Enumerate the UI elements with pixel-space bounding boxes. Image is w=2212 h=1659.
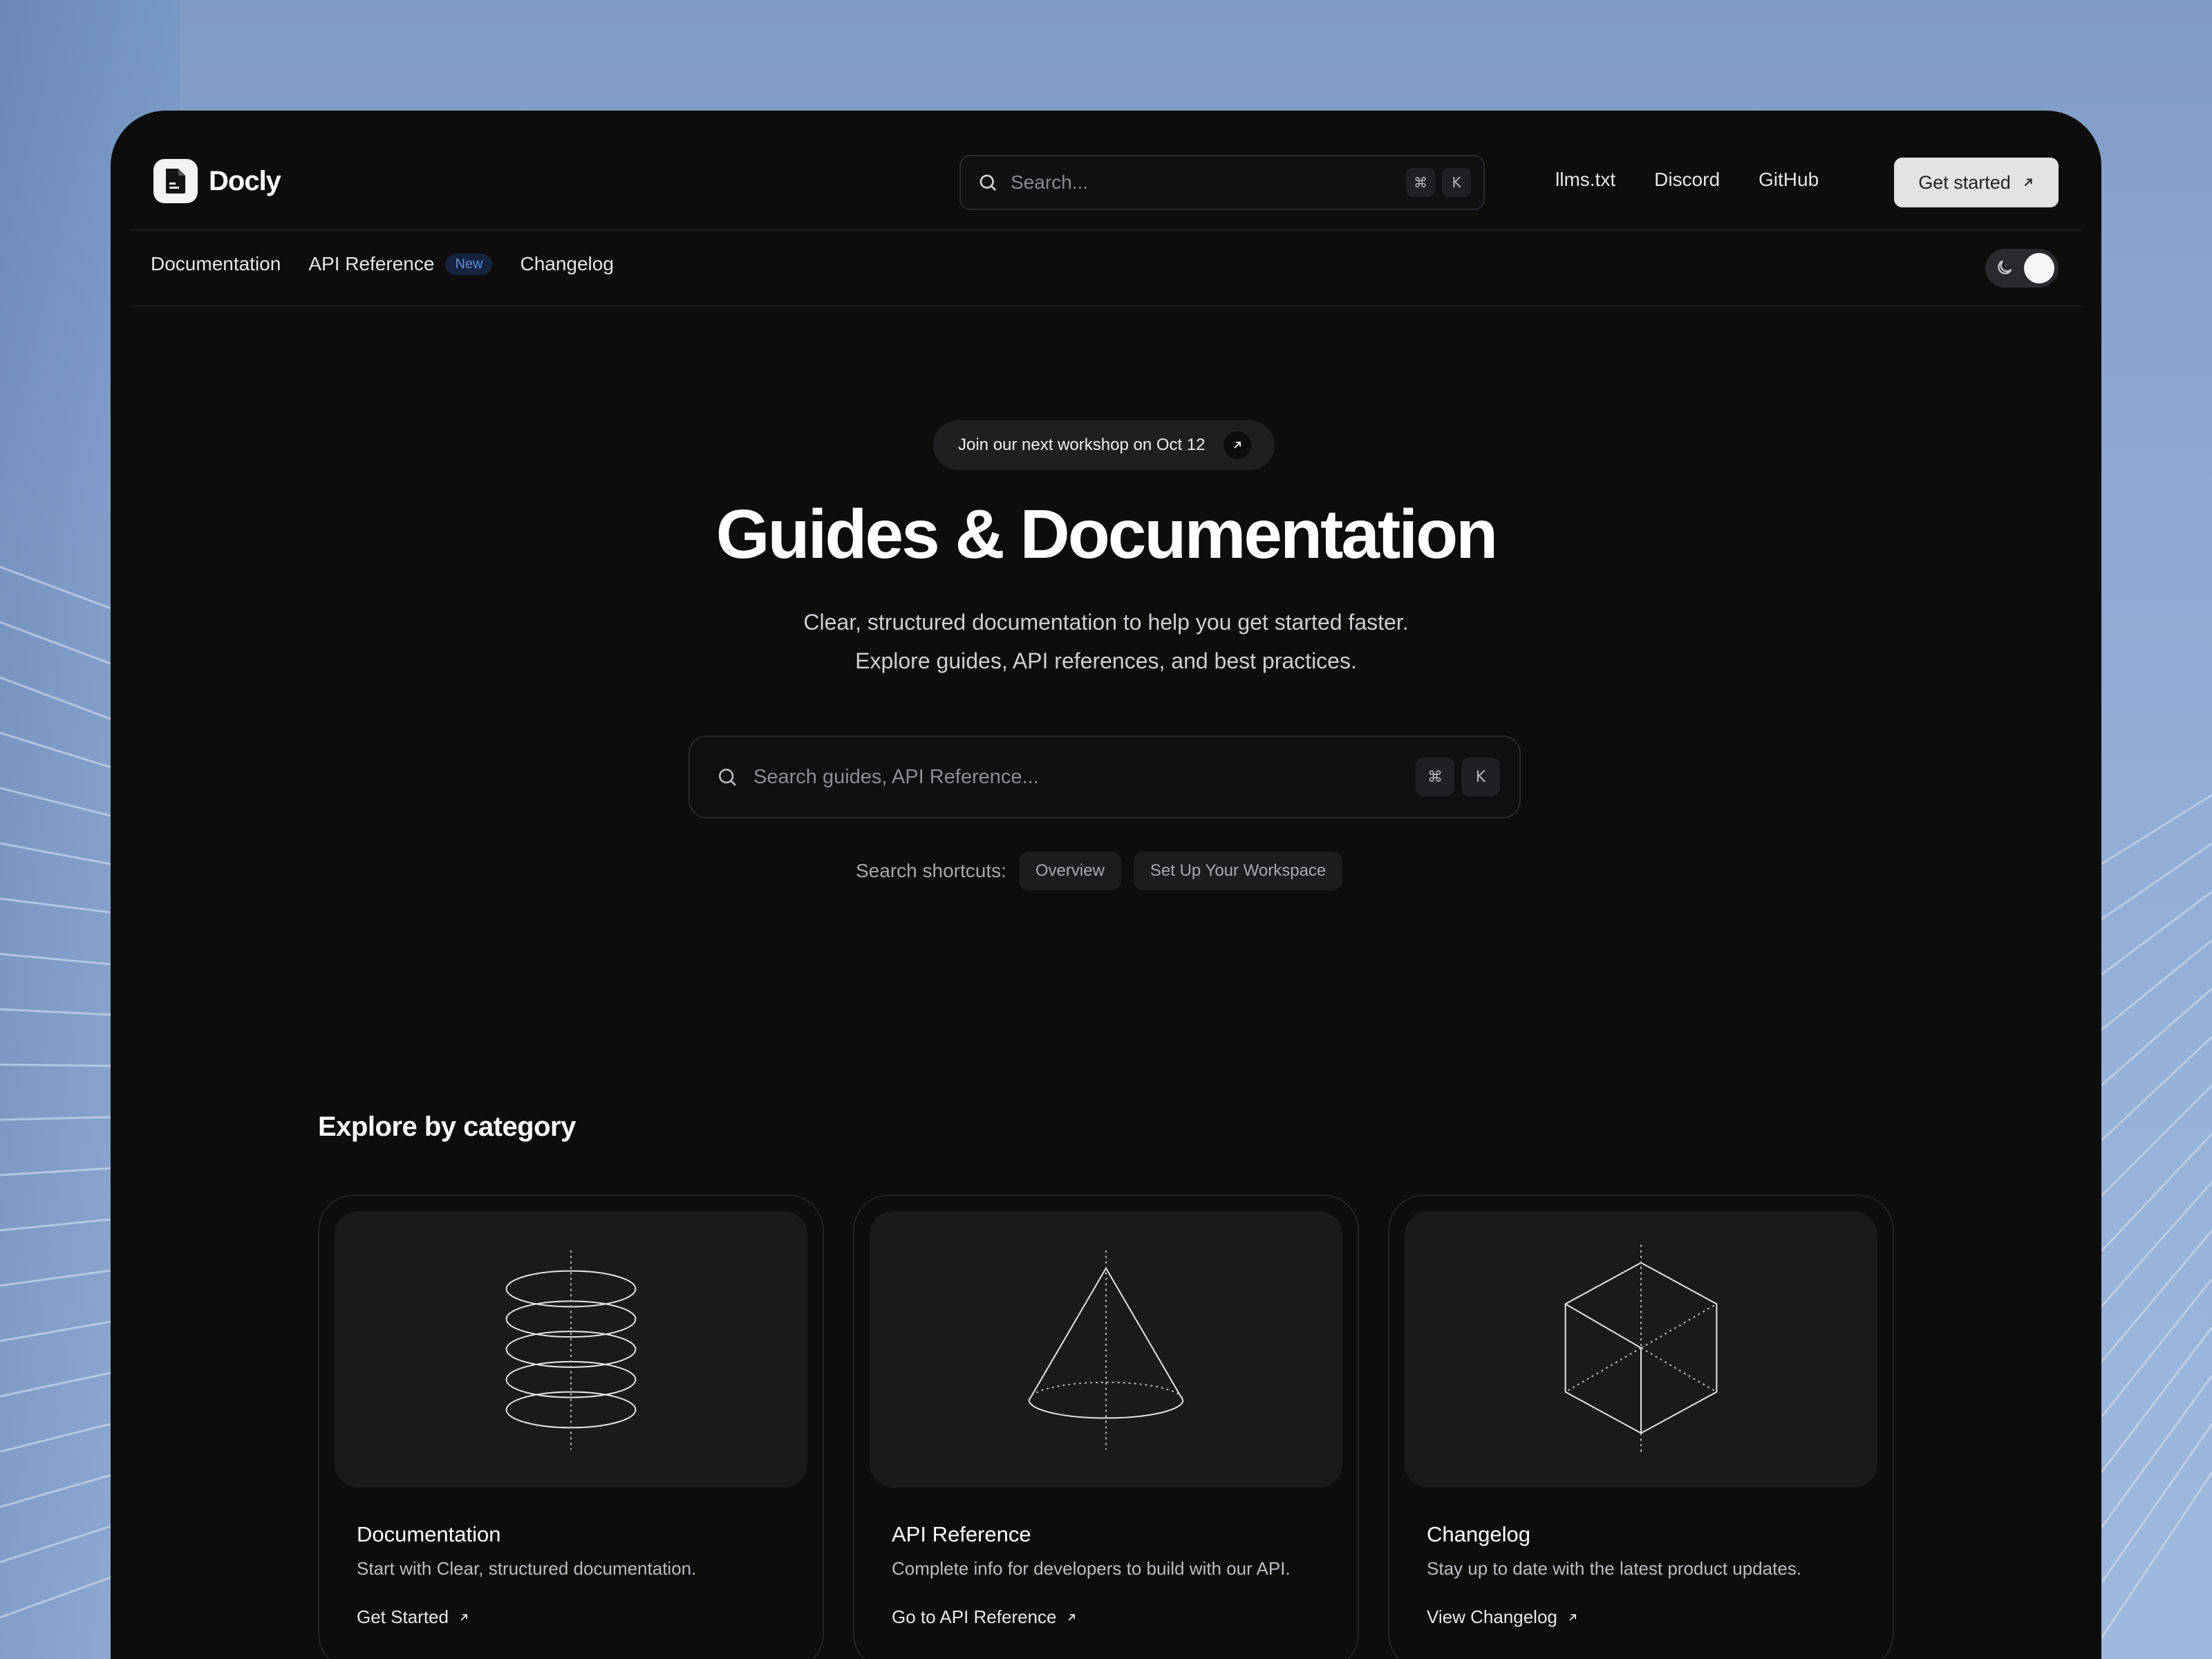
brand-name: Docly (209, 165, 281, 196)
toggle-knob (2024, 253, 2054, 283)
shortcut-key-cmd: ⌘ (1416, 758, 1454, 796)
brand-logo[interactable]: Docly (153, 159, 281, 203)
announcement-arrow (1223, 431, 1251, 459)
sub-navigation: Documentation API Reference New Changelo… (130, 231, 2082, 307)
category-card-changelog[interactable]: Changelog Stay up to date with the lates… (1388, 1194, 1894, 1659)
new-badge: New (445, 253, 493, 275)
shortcuts-label: Search shortcuts: (856, 860, 1006, 881)
link-discord[interactable]: Discord (1654, 169, 1720, 191)
arrow-up-right-icon (1068, 1613, 1076, 1621)
arrow-up-right-icon (460, 1613, 467, 1621)
nav-api-reference[interactable]: API Reference (308, 253, 434, 275)
main-search-input[interactable]: Search guides, API Reference... ⌘ K (688, 735, 1521, 818)
link-llms-txt[interactable]: llms.txt (1555, 169, 1615, 191)
subtitle-line-2: Explore guides, API references, and best… (855, 648, 1357, 673)
card-link-label: Go to API Reference (892, 1606, 1057, 1627)
card-link-changelog[interactable]: View Changelog (1427, 1606, 1578, 1628)
arrow-up-right-icon (2024, 178, 2032, 187)
shortcut-chip-workspace[interactable]: Set Up Your Workspace (1133, 852, 1343, 890)
shortcut-key-k: K (1461, 758, 1500, 796)
stacked-discs-icon (505, 1250, 637, 1450)
docly-logo-icon (153, 159, 198, 203)
announcement-text: Join our next workshop on Oct 12 (958, 435, 1206, 454)
card-description: Start with Clear, structured documentati… (357, 1558, 697, 1579)
search-icon (719, 769, 736, 786)
shortcut-key-k: K (1442, 168, 1471, 197)
nav-documentation[interactable]: Documentation (151, 253, 281, 275)
section-title: Explore by category (318, 1112, 576, 1142)
arrow-up-right-icon (1569, 1613, 1576, 1621)
card-description: Stay up to date with the latest product … (1427, 1558, 1802, 1579)
subnav-items: Documentation API Reference New Changelo… (151, 253, 614, 275)
card-title: API Reference (892, 1522, 1031, 1546)
page-subtitle: Clear, structured documentation to help … (111, 603, 2101, 680)
cone-icon (1028, 1250, 1184, 1450)
main-search-placeholder: Search guides, API Reference... (753, 765, 1039, 788)
get-started-button[interactable]: Get started (1894, 158, 2059, 207)
card-link-api-reference[interactable]: Go to API Reference (892, 1606, 1077, 1628)
nav-changelog[interactable]: Changelog (520, 253, 613, 275)
get-started-label: Get started (1918, 171, 2011, 193)
category-card-api-reference[interactable]: API Reference Complete info for develope… (853, 1194, 1359, 1659)
theme-toggle[interactable] (1985, 249, 2059, 288)
page-title: Guides & Documentation (715, 496, 1499, 573)
shortcut-chip-overview[interactable]: Overview (1018, 852, 1121, 890)
subtitle-line-1: Clear, structured documentation to help … (803, 610, 1409, 635)
card-title: Documentation (357, 1522, 501, 1546)
search-icon (980, 174, 997, 191)
workshop-announcement[interactable]: Join our next workshop on Oct 12 (933, 420, 1275, 470)
card-description: Complete info for developers to build wi… (892, 1558, 1291, 1579)
cube-icon (1564, 1244, 1718, 1453)
card-link-label: Get Started (357, 1606, 449, 1627)
arrow-up-right-icon (1233, 442, 1241, 449)
shortcut-key-cmd: ⌘ (1406, 168, 1435, 197)
card-link-label: View Changelog (1427, 1606, 1557, 1627)
card-illustration (870, 1211, 1342, 1488)
category-card-documentation[interactable]: Documentation Start with Clear, structur… (318, 1194, 824, 1659)
search-shortcuts: Search shortcuts: Overview Set Up Your W… (856, 852, 1343, 890)
header-search-placeholder: Search... (1011, 171, 1089, 193)
card-title: Changelog (1427, 1522, 1530, 1546)
header-search-input[interactable]: Search... ⌘ K (959, 155, 1485, 210)
moon-icon (1998, 260, 2012, 274)
card-link-get-started[interactable]: Get Started (357, 1606, 469, 1628)
top-header: Docly Search... ⌘ K llms.txt Discord Git… (130, 111, 2082, 231)
link-github[interactable]: GitHub (1759, 169, 1819, 191)
header-links: llms.txt Discord GitHub (1555, 169, 1819, 191)
card-illustration (1405, 1211, 1877, 1488)
card-illustration (335, 1211, 807, 1488)
app-window: Docly Search... ⌘ K llms.txt Discord Git… (111, 111, 2101, 1659)
